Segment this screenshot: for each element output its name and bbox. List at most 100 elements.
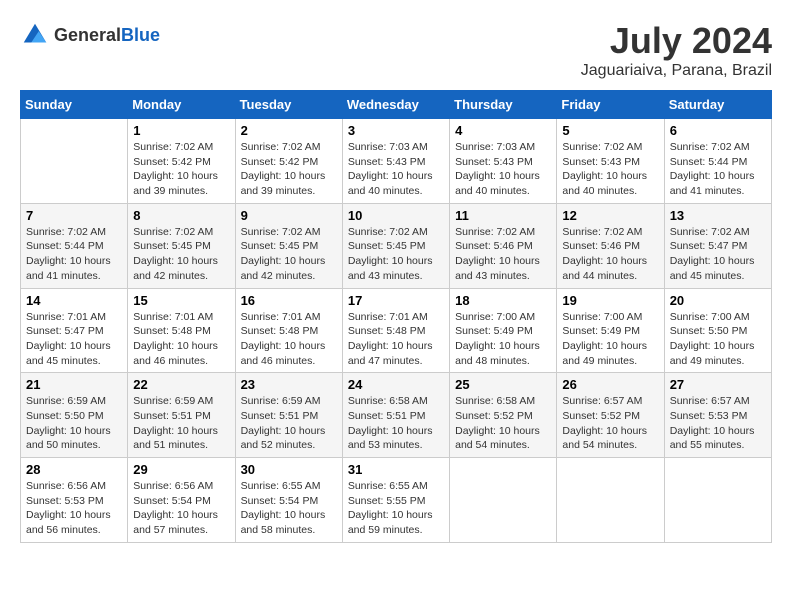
day-info: Sunrise: 6:58 AMSunset: 5:51 PMDaylight:…: [348, 394, 444, 453]
title-area: July 2024 Jaguariaiva, Parana, Brazil: [581, 20, 772, 80]
day-info: Sunrise: 7:02 AMSunset: 5:45 PMDaylight:…: [241, 225, 337, 284]
calendar-cell: 3 Sunrise: 7:03 AMSunset: 5:43 PMDaylight…: [342, 119, 449, 204]
day-number: 8: [133, 208, 229, 223]
calendar-cell: 27Sunrise: 6:57 AMSunset: 5:53 PMDayligh…: [664, 373, 771, 458]
day-number: 10: [348, 208, 444, 223]
calendar-cell: 23 Sunrise: 6:59 AMSunset: 5:51 PMDayligh…: [235, 373, 342, 458]
calendar-cell: [21, 119, 128, 204]
day-number: 1: [133, 123, 229, 138]
weekday-header: Sunday: [21, 91, 128, 119]
calendar-cell: 9 Sunrise: 7:02 AMSunset: 5:45 PMDaylight…: [235, 203, 342, 288]
day-number: 16: [241, 293, 337, 308]
day-number: 28: [26, 462, 122, 477]
calendar-cell: 16 Sunrise: 7:01 AMSunset: 5:48 PMDayligh…: [235, 288, 342, 373]
location-subtitle: Jaguariaiva, Parana, Brazil: [581, 62, 772, 80]
calendar-cell: 25 Sunrise: 6:58 AMSunset: 5:52 PMDayligh…: [450, 373, 557, 458]
logo-icon: [20, 20, 50, 50]
day-info: Sunrise: 7:02 AMSunset: 5:44 PMDaylight:…: [670, 140, 766, 199]
day-number: 25: [455, 377, 551, 392]
calendar-cell: 8 Sunrise: 7:02 AMSunset: 5:45 PMDaylight…: [128, 203, 235, 288]
day-info: Sunrise: 7:00 AMSunset: 5:50 PMDaylight:…: [670, 310, 766, 369]
weekday-header: Monday: [128, 91, 235, 119]
day-number: 5: [562, 123, 658, 138]
day-info: Sunrise: 6:57 AMSunset: 5:53 PMDaylight:…: [670, 394, 766, 453]
calendar-cell: 15 Sunrise: 7:01 AMSunset: 5:48 PMDayligh…: [128, 288, 235, 373]
calendar-week-row: 14 Sunrise: 7:01 AMSunset: 5:47 PMDayligh…: [21, 288, 772, 373]
month-year-title: July 2024: [581, 20, 772, 62]
calendar-cell: 11Sunrise: 7:02 AMSunset: 5:46 PMDayligh…: [450, 203, 557, 288]
weekday-header: Thursday: [450, 91, 557, 119]
day-number: 9: [241, 208, 337, 223]
day-info: Sunrise: 6:58 AMSunset: 5:52 PMDaylight:…: [455, 394, 551, 453]
day-info: Sunrise: 7:02 AMSunset: 5:46 PMDaylight:…: [562, 225, 658, 284]
day-info: Sunrise: 6:57 AMSunset: 5:52 PMDaylight:…: [562, 394, 658, 453]
calendar-cell: 10Sunrise: 7:02 AMSunset: 5:45 PMDayligh…: [342, 203, 449, 288]
calendar-cell: 13 Sunrise: 7:02 AMSunset: 5:47 PMDayligh…: [664, 203, 771, 288]
calendar-cell: 5 Sunrise: 7:02 AMSunset: 5:43 PMDaylight…: [557, 119, 664, 204]
day-info: Sunrise: 7:02 AMSunset: 5:43 PMDaylight:…: [562, 140, 658, 199]
day-number: 22: [133, 377, 229, 392]
calendar-cell: 4 Sunrise: 7:03 AMSunset: 5:43 PMDaylight…: [450, 119, 557, 204]
logo-blue-text: Blue: [121, 25, 160, 45]
day-info: Sunrise: 7:00 AMSunset: 5:49 PMDaylight:…: [455, 310, 551, 369]
day-info: Sunrise: 6:59 AMSunset: 5:51 PMDaylight:…: [133, 394, 229, 453]
day-info: Sunrise: 6:59 AMSunset: 5:51 PMDaylight:…: [241, 394, 337, 453]
calendar-cell: 7 Sunrise: 7:02 AMSunset: 5:44 PMDaylight…: [21, 203, 128, 288]
calendar-week-row: 7 Sunrise: 7:02 AMSunset: 5:44 PMDaylight…: [21, 203, 772, 288]
day-number: 17: [348, 293, 444, 308]
day-info: Sunrise: 7:02 AMSunset: 5:44 PMDaylight:…: [26, 225, 122, 284]
day-number: 31: [348, 462, 444, 477]
day-number: 23: [241, 377, 337, 392]
calendar-cell: 24 Sunrise: 6:58 AMSunset: 5:51 PMDayligh…: [342, 373, 449, 458]
calendar-table: SundayMondayTuesdayWednesdayThursdayFrid…: [20, 90, 772, 543]
day-info: Sunrise: 7:02 AMSunset: 5:42 PMDaylight:…: [133, 140, 229, 199]
calendar-cell: 6Sunrise: 7:02 AMSunset: 5:44 PMDaylight…: [664, 119, 771, 204]
day-info: Sunrise: 7:02 AMSunset: 5:47 PMDaylight:…: [670, 225, 766, 284]
logo-general-text: General: [54, 25, 121, 45]
calendar-cell: 31 Sunrise: 6:55 AMSunset: 5:55 PMDayligh…: [342, 458, 449, 543]
day-number: 26: [562, 377, 658, 392]
calendar-cell: 21 Sunrise: 6:59 AMSunset: 5:50 PMDayligh…: [21, 373, 128, 458]
calendar-week-row: 21 Sunrise: 6:59 AMSunset: 5:50 PMDayligh…: [21, 373, 772, 458]
day-number: 15: [133, 293, 229, 308]
day-info: Sunrise: 7:02 AMSunset: 5:45 PMDaylight:…: [133, 225, 229, 284]
day-number: 14: [26, 293, 122, 308]
day-info: Sunrise: 6:55 AMSunset: 5:55 PMDaylight:…: [348, 479, 444, 538]
calendar-cell: 12 Sunrise: 7:02 AMSunset: 5:46 PMDayligh…: [557, 203, 664, 288]
day-number: 4: [455, 123, 551, 138]
day-info: Sunrise: 7:03 AMSunset: 5:43 PMDaylight:…: [348, 140, 444, 199]
day-number: 12: [562, 208, 658, 223]
day-info: Sunrise: 6:56 AMSunset: 5:53 PMDaylight:…: [26, 479, 122, 538]
day-number: 7: [26, 208, 122, 223]
calendar-cell: 29Sunrise: 6:56 AMSunset: 5:54 PMDayligh…: [128, 458, 235, 543]
day-info: Sunrise: 7:01 AMSunset: 5:48 PMDaylight:…: [133, 310, 229, 369]
calendar-cell: [450, 458, 557, 543]
calendar-week-row: 28 Sunrise: 6:56 AMSunset: 5:53 PMDayligh…: [21, 458, 772, 543]
calendar-cell: 30Sunrise: 6:55 AMSunset: 5:54 PMDayligh…: [235, 458, 342, 543]
day-info: Sunrise: 6:55 AMSunset: 5:54 PMDaylight:…: [241, 479, 337, 538]
day-number: 24: [348, 377, 444, 392]
logo: GeneralBlue: [20, 20, 160, 50]
calendar-cell: 28 Sunrise: 6:56 AMSunset: 5:53 PMDayligh…: [21, 458, 128, 543]
day-number: 2: [241, 123, 337, 138]
day-number: 3: [348, 123, 444, 138]
day-info: Sunrise: 7:02 AMSunset: 5:46 PMDaylight:…: [455, 225, 551, 284]
weekday-header-row: SundayMondayTuesdayWednesdayThursdayFrid…: [21, 91, 772, 119]
page-header: GeneralBlue July 2024 Jaguariaiva, Paran…: [20, 20, 772, 80]
day-number: 29: [133, 462, 229, 477]
day-info: Sunrise: 7:03 AMSunset: 5:43 PMDaylight:…: [455, 140, 551, 199]
calendar-cell: 20Sunrise: 7:00 AMSunset: 5:50 PMDayligh…: [664, 288, 771, 373]
weekday-header: Tuesday: [235, 91, 342, 119]
calendar-cell: 1 Sunrise: 7:02 AMSunset: 5:42 PMDaylight…: [128, 119, 235, 204]
calendar-cell: 14 Sunrise: 7:01 AMSunset: 5:47 PMDayligh…: [21, 288, 128, 373]
day-info: Sunrise: 7:01 AMSunset: 5:48 PMDaylight:…: [241, 310, 337, 369]
weekday-header: Wednesday: [342, 91, 449, 119]
calendar-cell: 19Sunrise: 7:00 AMSunset: 5:49 PMDayligh…: [557, 288, 664, 373]
day-info: Sunrise: 7:01 AMSunset: 5:47 PMDaylight:…: [26, 310, 122, 369]
calendar-week-row: 1 Sunrise: 7:02 AMSunset: 5:42 PMDaylight…: [21, 119, 772, 204]
day-info: Sunrise: 6:59 AMSunset: 5:50 PMDaylight:…: [26, 394, 122, 453]
calendar-cell: 18Sunrise: 7:00 AMSunset: 5:49 PMDayligh…: [450, 288, 557, 373]
day-number: 21: [26, 377, 122, 392]
calendar-cell: [557, 458, 664, 543]
day-number: 13: [670, 208, 766, 223]
